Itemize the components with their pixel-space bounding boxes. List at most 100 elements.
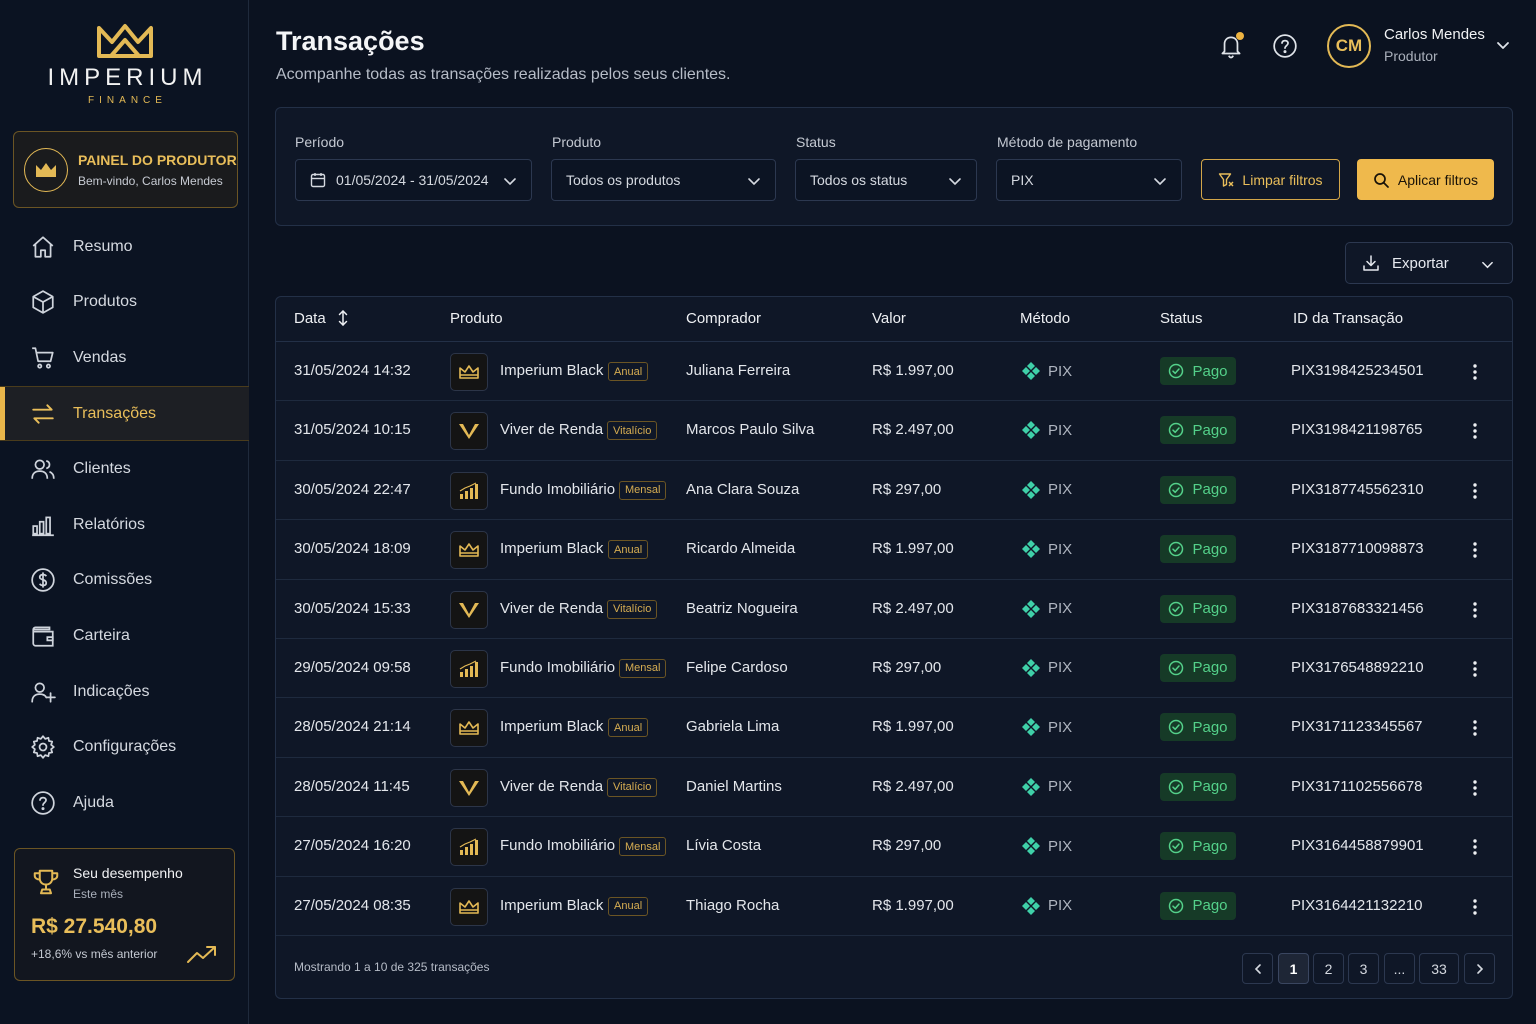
cell-transaction-id: PIX3187710098873 (1291, 540, 1424, 558)
crown-icon (24, 147, 68, 192)
sidebar-item-comissoes[interactable]: Comissões (0, 553, 249, 609)
sidebar-item-resumo[interactable]: Resumo (0, 219, 249, 275)
cell-buyer: Thiago Rocha (686, 896, 780, 914)
column-header-method: Método (1020, 310, 1071, 327)
prev-page-button[interactable] (1242, 953, 1273, 984)
method-label: PIX (1048, 481, 1073, 499)
brand-name: IMPERIUM (47, 64, 208, 91)
pix-icon (1021, 658, 1041, 678)
sidebar-item-carteira[interactable]: Carteira (0, 608, 249, 664)
sidebar-item-transacoes[interactable]: Transações (0, 385, 249, 442)
status-badge: Pago (1160, 653, 1236, 682)
bar-chart-icon (450, 649, 488, 688)
table-row[interactable]: 31/05/2024 14:32 Imperium Black Anual Julia… (276, 342, 1512, 402)
cell-date: 30/05/2024 15:33 (294, 599, 411, 617)
table-row[interactable]: 31/05/2024 10:15 Viver de Renda Vitalício M… (276, 401, 1512, 461)
table-row[interactable]: 30/05/2024 18:09 Imperium Black Anual Ricar… (276, 520, 1512, 580)
status-label: Status (796, 134, 836, 150)
search-icon (1373, 172, 1389, 188)
more-options-icon[interactable] (1472, 779, 1478, 797)
method-label: PIX (1048, 600, 1073, 618)
download-icon (1362, 254, 1380, 272)
cell-date: 30/05/2024 22:47 (294, 480, 411, 498)
table-row[interactable]: 28/05/2024 21:14 Imperium Black Anual Gabri… (276, 698, 1512, 758)
table-row[interactable]: 30/05/2024 15:33 Viver de Renda Vitalício B… (276, 580, 1512, 639)
cell-buyer: Felipe Cardoso (686, 658, 788, 676)
check-circle-icon (1168, 601, 1184, 617)
method-label: PIX (1048, 421, 1073, 439)
more-options-icon[interactable] (1472, 541, 1478, 559)
page-subtitle: Acompanhe todas as transações realizadas… (276, 66, 731, 83)
more-options-icon[interactable] (1472, 898, 1478, 916)
sort-icon[interactable] (336, 309, 350, 327)
sidebar-item-relatorios[interactable]: Relatórios (0, 497, 249, 553)
status-label: Pago (1192, 718, 1228, 736)
performance-title: Seu desempenho (73, 865, 183, 881)
pix-icon (1021, 480, 1041, 500)
status-badge: Pago (1160, 357, 1236, 385)
cell-buyer: Ana Clara Souza (686, 480, 800, 498)
export-button[interactable]: Exportar (1345, 242, 1513, 284)
more-options-icon[interactable] (1472, 482, 1478, 500)
table-row[interactable]: 27/05/2024 08:35 Imperium Black Anual Thiag… (276, 877, 1512, 936)
status-label: Pago (1192, 600, 1228, 618)
cell-buyer: Lívia Costa (686, 837, 762, 855)
sidebar-item-vendas[interactable]: Vendas (0, 330, 249, 386)
clear-filters-button[interactable]: Limpar filtros (1201, 159, 1340, 200)
help-icon[interactable] (1271, 32, 1299, 60)
method-label: PIX (1048, 540, 1073, 558)
column-header-date[interactable]: Data (294, 310, 326, 327)
period-select[interactable]: 01/05/2024 - 31/05/2024 (295, 159, 532, 201)
chevron-down-icon (1481, 258, 1494, 271)
user-plus-icon (30, 679, 56, 705)
product-select[interactable]: Todos os produtos (551, 159, 776, 201)
table-footer: Mostrando 1 a 10 de 325 transações 1 2 3… (276, 936, 1512, 998)
more-options-icon[interactable] (1472, 660, 1478, 678)
check-circle-icon (1168, 363, 1184, 379)
next-page-button[interactable] (1464, 953, 1495, 984)
more-options-icon[interactable] (1472, 838, 1478, 856)
user-name[interactable]: Carlos Mendes (1384, 26, 1485, 43)
table-row[interactable]: 27/05/2024 16:20 Fundo Imobiliário Mensal L… (276, 817, 1512, 877)
cell-value: R$ 2.497,00 (872, 777, 954, 795)
bell-icon[interactable] (1217, 32, 1245, 60)
sidebar-item-ajuda[interactable]: Ajuda (0, 775, 249, 831)
page-button-1[interactable]: 1 (1278, 953, 1309, 984)
cell-transaction-id: PIX3198425234501 (1291, 362, 1424, 379)
crown-logo-icon (96, 24, 153, 58)
brand-logo[interactable]: IMPERIUM FINANCE (0, 20, 249, 106)
sidebar-item-clientes[interactable]: Clientes (0, 441, 249, 497)
check-circle-icon (1168, 838, 1184, 854)
chevron-down-icon[interactable] (1496, 38, 1510, 52)
table-row[interactable]: 30/05/2024 22:47 Fundo Imobiliário Mensal A… (276, 461, 1512, 521)
table-row[interactable]: 28/05/2024 11:45 Viver de Renda Vitalício D… (276, 758, 1512, 818)
sidebar-item-indicacoes[interactable]: Indicações (0, 664, 249, 720)
more-options-icon[interactable] (1472, 363, 1478, 381)
status-badge: Pago (1160, 535, 1236, 564)
page-button-2[interactable]: 2 (1313, 953, 1344, 984)
avatar[interactable]: CM (1327, 24, 1371, 68)
cell-method: PIX (1021, 539, 1072, 559)
status-select[interactable]: Todos os status (795, 159, 977, 201)
table-row[interactable]: 29/05/2024 09:58 Fundo Imobiliário Mensal F… (276, 639, 1512, 699)
column-header-value: Valor (872, 310, 906, 327)
more-options-icon[interactable] (1472, 422, 1478, 440)
sidebar-item-configuracoes[interactable]: Configurações (0, 719, 249, 775)
table-header: Data Produto Comprador Valor Método Stat… (276, 297, 1512, 342)
cell-product: Imperium Black (500, 540, 604, 558)
cell-method: PIX (1021, 658, 1072, 678)
page-button-last[interactable]: 33 (1419, 953, 1459, 984)
status-label: Pago (1192, 778, 1228, 796)
more-options-icon[interactable] (1472, 719, 1478, 737)
cell-product: Fundo Imobiliário (500, 658, 616, 676)
sidebar-item-produtos[interactable]: Produtos (0, 275, 249, 331)
cell-value: R$ 297,00 (872, 837, 942, 855)
page-button-3[interactable]: 3 (1348, 953, 1379, 984)
status-label: Pago (1192, 897, 1228, 915)
cell-transaction-id: PIX3187745562310 (1291, 480, 1424, 498)
column-header-product: Produto (450, 310, 503, 327)
apply-filters-button[interactable]: Aplicar filtros (1357, 159, 1494, 200)
method-select[interactable]: PIX (996, 159, 1182, 201)
more-options-icon[interactable] (1472, 601, 1478, 619)
cell-method: PIX (1021, 896, 1072, 916)
